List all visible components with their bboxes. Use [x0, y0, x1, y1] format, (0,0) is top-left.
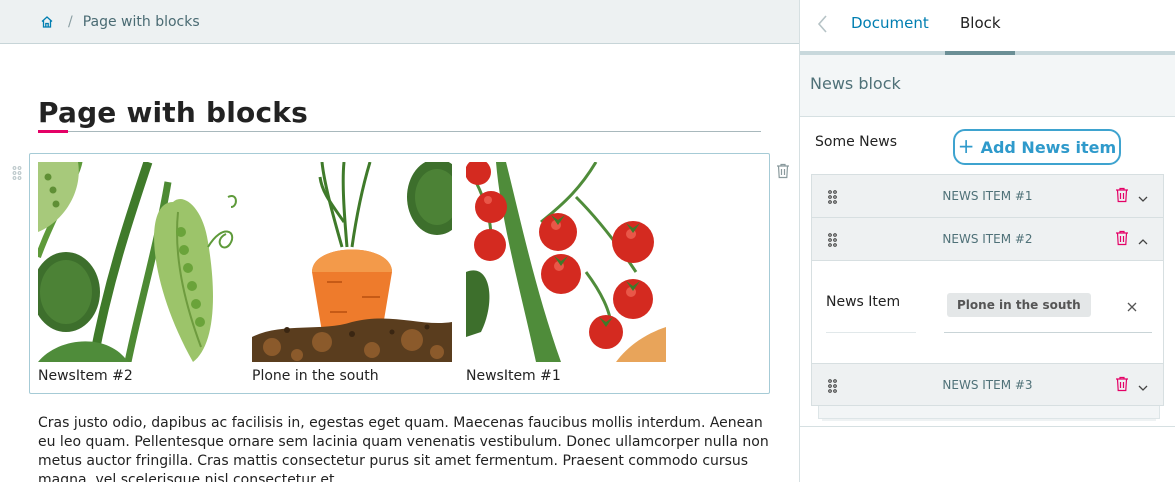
home-icon[interactable]: [40, 15, 54, 29]
news-item-title: NEWS ITEM #1: [942, 189, 1033, 203]
title-accent: [38, 130, 68, 133]
drag-handle-icon[interactable]: [12, 165, 22, 180]
chevron-down-icon[interactable]: [1137, 379, 1149, 391]
block-trash-icon[interactable]: [776, 163, 790, 179]
breadcrumb-separator: /: [68, 13, 73, 30]
chevron-up-icon[interactable]: [1137, 233, 1149, 245]
trash-icon[interactable]: [1115, 376, 1129, 392]
selected-item-tag[interactable]: Plone in the south: [947, 293, 1091, 317]
title-underline: [38, 131, 761, 132]
section-header: News block: [800, 55, 1175, 117]
tab-block[interactable]: Block: [960, 14, 1001, 32]
news-item-row[interactable]: NEWS ITEM #2: [811, 217, 1164, 260]
news-item-editor: News Item Plone in the south: [811, 260, 1164, 363]
breadcrumb: / Page with blocks: [0, 0, 799, 44]
sidebar-tabs: Document Block: [800, 0, 1175, 55]
field-underline: [944, 332, 1152, 333]
news-item-title: NEWS ITEM #2: [942, 232, 1033, 246]
trash-icon[interactable]: [1115, 187, 1129, 203]
chevron-left-icon[interactable]: [816, 14, 828, 34]
stack-shadow: [818, 405, 1160, 419]
trash-icon[interactable]: [1115, 230, 1129, 246]
news-card[interactable]: Plone in the south: [252, 162, 452, 384]
sidebar: Document Block News block Some News + Ad…: [799, 0, 1175, 482]
close-icon[interactable]: [1126, 298, 1138, 312]
news-item-field-label: News Item: [826, 294, 901, 310]
carrot-image: [252, 162, 452, 362]
field-label: Some News: [815, 134, 897, 150]
field-divider: [826, 332, 916, 333]
news-block[interactable]: NewsItem #2 Plone in the south NewsItem …: [29, 153, 770, 394]
news-items-list: NEWS ITEM #1 NEWS ITEM #2 News Item Plon…: [811, 174, 1164, 406]
body-paragraph[interactable]: Cras justo odio, dapibus ac facilisis in…: [38, 414, 778, 482]
news-item-title: NEWS ITEM #3: [942, 378, 1033, 392]
news-card-caption: NewsItem #1: [466, 368, 561, 384]
news-item-row[interactable]: NEWS ITEM #3: [811, 363, 1164, 406]
plus-icon: +: [957, 134, 975, 158]
tomatoes-image: [466, 162, 666, 362]
sidebar-divider: [800, 426, 1175, 427]
add-news-item-label: Add News item: [980, 137, 1117, 157]
news-card[interactable]: NewsItem #2: [38, 162, 238, 384]
chevron-down-icon[interactable]: [1137, 190, 1149, 202]
section-title: News block: [810, 74, 901, 93]
pea-pods-image: [38, 162, 238, 362]
tab-document[interactable]: Document: [851, 14, 929, 32]
news-card-caption: Plone in the south: [252, 368, 379, 384]
page-title[interactable]: Page with blocks: [38, 96, 308, 129]
editor-area: / Page with blocks Page with blocks News…: [0, 0, 799, 482]
breadcrumb-current: Page with blocks: [82, 13, 200, 30]
news-card[interactable]: NewsItem #1: [466, 162, 666, 384]
news-item-row[interactable]: NEWS ITEM #1: [811, 174, 1164, 217]
add-news-item-button[interactable]: + Add News item: [953, 129, 1121, 165]
news-card-caption: NewsItem #2: [38, 368, 133, 384]
